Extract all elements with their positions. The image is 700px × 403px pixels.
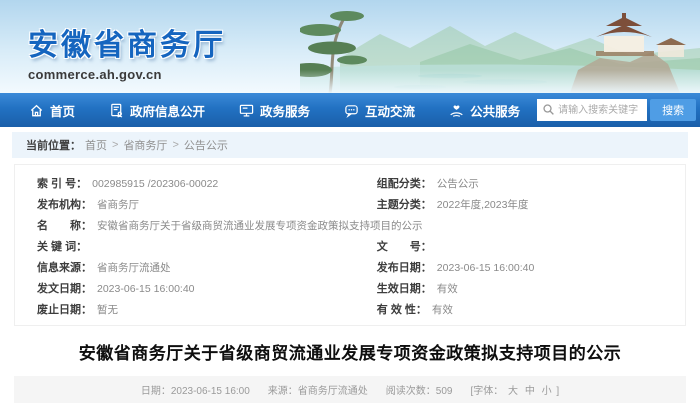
nav-item-services[interactable]: 政务服务: [222, 101, 327, 120]
monitor-icon: [239, 103, 254, 118]
meta-value: 有效: [432, 304, 453, 316]
site-title: 安徽省商务厅: [28, 20, 226, 64]
public-service-icon: [449, 103, 464, 118]
meta-value: 省商务厅: [97, 199, 139, 211]
meta-label: 索 引 号：: [37, 178, 87, 190]
breadcrumb: 当前位置： 首页 > 省商务厅 > 公告公示: [12, 132, 688, 158]
breadcrumb-item-announcements[interactable]: 公告公示: [184, 137, 228, 153]
site-logo[interactable]: 安徽省商务厅 commerce.ah.gov.cn: [28, 20, 226, 82]
font-size-suffix: ]: [556, 386, 559, 397]
meta-label: 发文日期：: [37, 283, 92, 295]
nav-item-home[interactable]: 首页: [12, 101, 92, 120]
font-size-small-button[interactable]: 小: [542, 386, 552, 397]
document-icon: [109, 103, 124, 118]
breadcrumb-separator: >: [172, 139, 178, 151]
meta-value: 省商务厅流通处: [97, 262, 171, 274]
search-input-wrap: [537, 99, 647, 121]
nav-item-gov-info[interactable]: 政府信息公开: [92, 101, 222, 120]
meta-label: 生效日期：: [377, 283, 432, 295]
nav-item-label: 政府信息公开: [130, 101, 205, 120]
chat-icon: [344, 103, 359, 118]
meta-row-index-number: 索 引 号： 002985915 /202306-00022 组配分类： 公告公示: [15, 173, 685, 194]
nav-item-label: 公共服务: [470, 101, 520, 120]
nav-item-interaction[interactable]: 互动交流: [327, 101, 432, 120]
meta-label: 组配分类：: [377, 178, 432, 190]
meta-label: 名 称：: [37, 220, 92, 232]
meta-row-abolition-date: 废止日期： 暂无 有 效 性： 有效: [15, 299, 685, 320]
home-icon: [29, 103, 44, 118]
breadcrumb-item-home[interactable]: 首页: [85, 137, 107, 153]
meta-label: 文 号：: [377, 241, 432, 253]
search-button[interactable]: 搜索: [650, 99, 696, 121]
nav-item-public-service[interactable]: 公共服务: [432, 101, 537, 120]
breadcrumb-label: 当前位置：: [26, 137, 81, 153]
meta-label: 有 效 性：: [377, 304, 427, 316]
meta-label: 废止日期：: [37, 304, 92, 316]
meta-label: 信息来源：: [37, 262, 92, 274]
meta-row-source: 信息来源： 省商务厅流通处 发布日期： 2023-06-15 16:00:40: [15, 257, 685, 278]
search-box: 搜索: [537, 99, 696, 121]
font-size-prefix: [字体：: [470, 386, 503, 397]
meta-value: 暂无: [97, 304, 118, 316]
nav-item-label: 互动交流: [365, 101, 415, 120]
site-url: commerce.ah.gov.cn: [28, 67, 226, 82]
nav-item-label: 首页: [50, 101, 75, 120]
meta-row-title: 名 称： 安徽省商务厅关于省级商贸流通业发展专项资金政策拟支持项目的公示: [15, 215, 685, 236]
breadcrumb-separator: >: [112, 139, 118, 151]
meta-row-issuing-agency: 发布机构： 省商务厅 主题分类： 2022年度,2023年度: [15, 194, 685, 215]
site-header: 安徽省商务厅 commerce.ah.gov.cn: [0, 0, 700, 93]
meta-label: 发布日期：: [377, 262, 432, 274]
article-source: 来源：省商务厅流通处: [268, 382, 368, 397]
article-date: 日期：2023-06-15 16:00: [141, 382, 250, 397]
meta-value: 有效: [437, 283, 458, 295]
meta-label: 关 键 词：: [37, 241, 87, 253]
main-nav: 首页 政府信息公开 政务服务 互动交流 公共服务 搜索: [0, 93, 700, 127]
document-meta-table: 索 引 号：002985915 /202306-00022 组配分类：公告公示 …: [14, 164, 686, 326]
meta-row-issue-date: 发文日期： 2023-06-15 16:00:40 生效日期： 有效: [15, 278, 685, 299]
breadcrumb-item-department[interactable]: 省商务厅: [123, 137, 167, 153]
article-view-count: 阅读次数：509: [386, 382, 453, 397]
search-icon: [542, 103, 555, 116]
header-scenery-image: [300, 0, 700, 93]
meta-value: 2023-06-15 16:00:40: [437, 262, 535, 274]
meta-label: 主题分类：: [377, 199, 432, 211]
meta-value: 002985915 /202306-00022: [92, 178, 218, 190]
meta-label: 发布机构：: [37, 199, 92, 211]
nav-item-label: 政务服务: [260, 101, 310, 120]
meta-value: 公告公示: [437, 178, 479, 190]
font-size-large-button[interactable]: 大: [508, 386, 518, 397]
meta-row-keywords: 关 键 词： 文 号：: [15, 236, 685, 257]
font-size-medium-button[interactable]: 中: [525, 386, 535, 397]
meta-value: 2022年度,2023年度: [437, 199, 529, 211]
article-title: 安徽省商务厅关于省级商贸流通业发展专项资金政策拟支持项目的公示: [0, 339, 700, 364]
meta-value: 安徽省商务厅关于省级商贸流通业发展专项资金政策拟支持项目的公示: [97, 220, 423, 232]
meta-value: 2023-06-15 16:00:40: [97, 283, 195, 295]
font-size-controls: [字体： 大 中 小 ]: [470, 382, 559, 397]
article-meta-bar: 日期：2023-06-15 16:00 来源：省商务厅流通处 阅读次数：509 …: [14, 376, 686, 403]
